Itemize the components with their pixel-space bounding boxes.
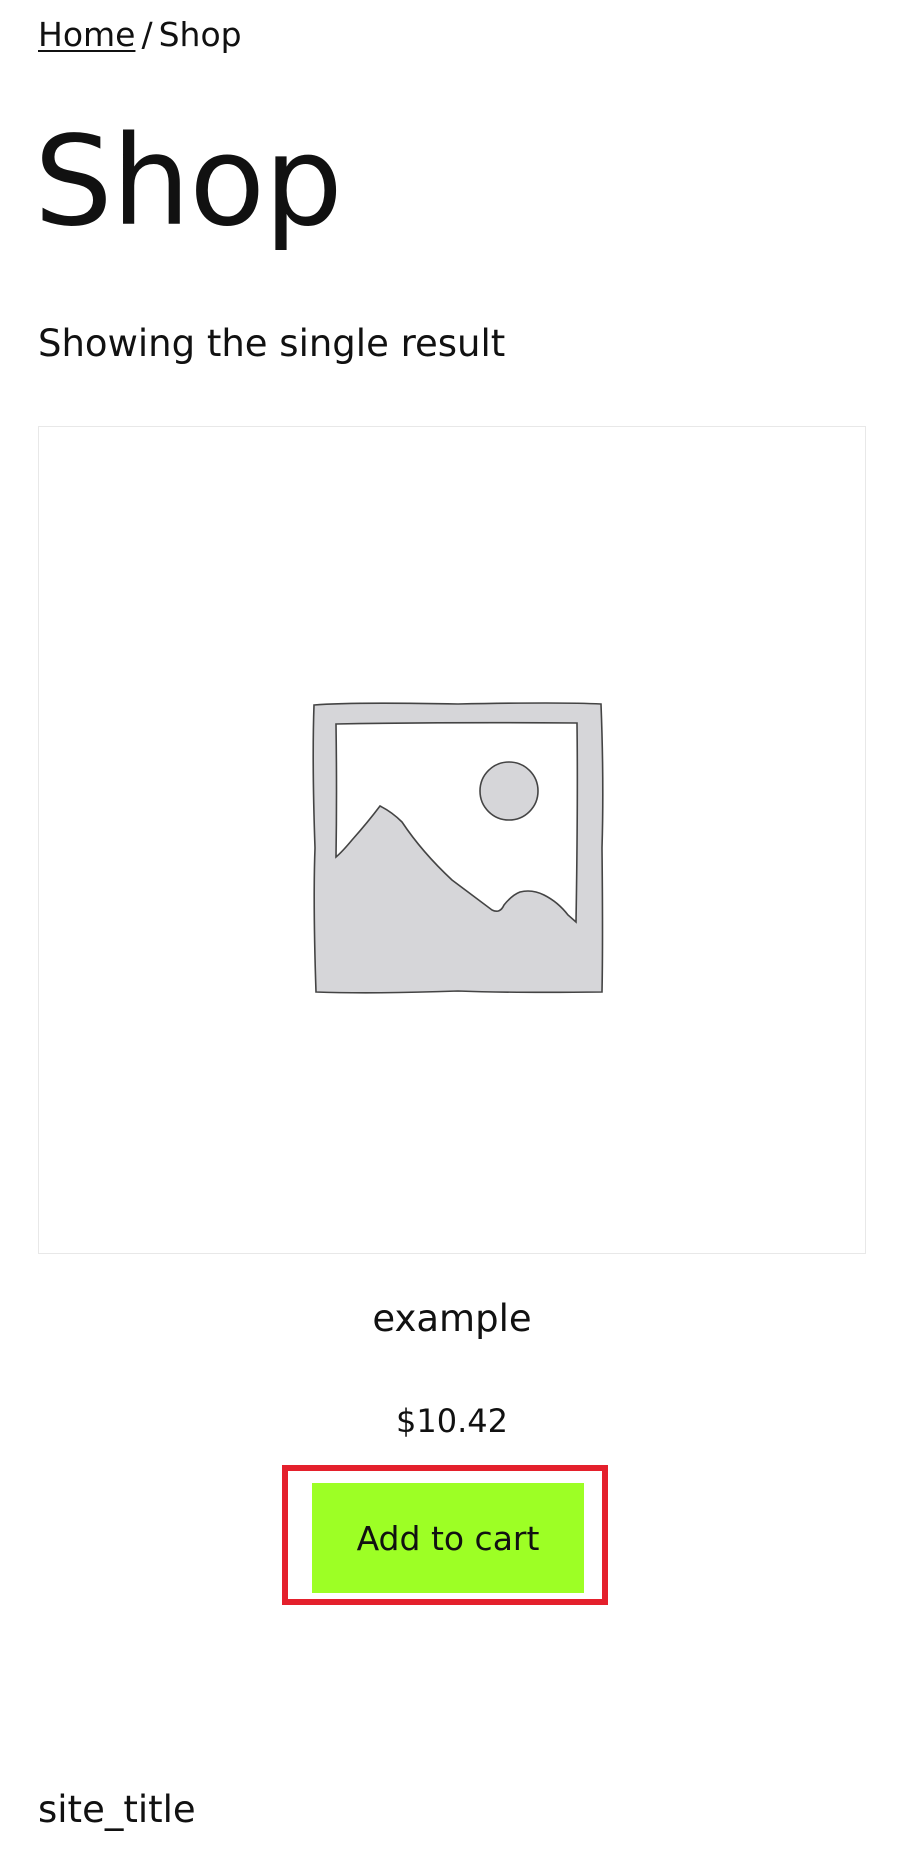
product-name[interactable]: example [38, 1296, 866, 1342]
add-to-cart-button[interactable]: Add to cart [312, 1483, 584, 1593]
breadcrumb: Home / Shop [38, 14, 242, 56]
breadcrumb-separator: / [141, 15, 153, 54]
product-card: example $10.42 Add to cart [38, 426, 866, 1605]
site-title[interactable]: site_title [38, 1787, 196, 1833]
product-image[interactable] [38, 426, 866, 1254]
breadcrumb-current: Shop [158, 15, 242, 54]
result-count: Showing the single result [38, 322, 506, 365]
breadcrumb-home-link[interactable]: Home [38, 15, 135, 54]
page-title: Shop [34, 110, 343, 254]
image-placeholder-icon [312, 702, 604, 994]
product-price: $10.42 [396, 1402, 508, 1440]
